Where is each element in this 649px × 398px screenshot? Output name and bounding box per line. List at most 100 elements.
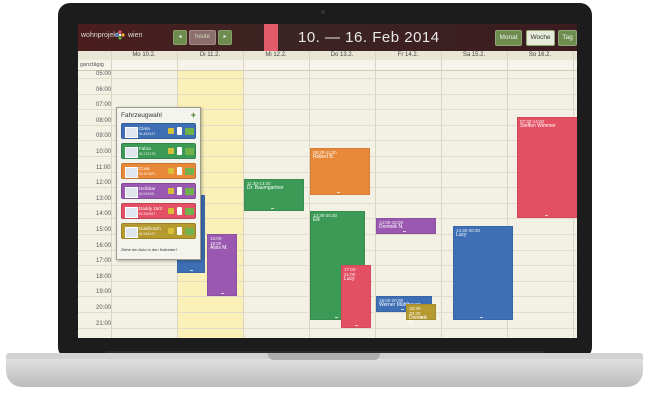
day-header-mon: Mo 10.2. (132, 52, 156, 58)
hour-label: 11:00 (96, 164, 111, 171)
resize-handle[interactable] (419, 316, 423, 318)
resize-handle[interactable] (220, 293, 224, 295)
vehicle-plate: W-17217S (139, 152, 156, 156)
day-header-wed: Mi 12.2. (265, 52, 287, 58)
fuel-icon (177, 147, 182, 155)
day-header-fri: Fr 14.2. (397, 52, 419, 58)
vehicle-name: Clara (139, 126, 150, 131)
vehicle-card[interactable]: Hellzbar W-94290L (121, 183, 196, 199)
event-time: 19:00-20:00 (379, 298, 404, 304)
vehicle-name: Goldfrosch (139, 226, 161, 231)
hour-label: 07:00 (96, 102, 112, 109)
car-thumbnail (125, 227, 138, 238)
hour-label: 16:00 (96, 242, 112, 249)
logo-text-wien: wien (128, 32, 143, 39)
fuel-icon (177, 227, 182, 235)
calendar-event[interactable]: 17:00-21:00 Lucy (341, 265, 371, 328)
key-icon (168, 148, 174, 154)
today-button[interactable]: heute (189, 30, 216, 45)
hour-label: 09:00 (96, 133, 112, 140)
ok-badge-icon (185, 128, 194, 135)
resize-handle[interactable] (354, 324, 358, 326)
day-header-tue: Di 11.2. (199, 52, 221, 58)
view-day-button[interactable]: Tag (558, 30, 577, 46)
ok-badge-icon (185, 228, 194, 235)
app-header: wohnprojekt wien ◂ heute ▸ 10. — 16. Feb… (78, 24, 577, 51)
ok-badge-icon (185, 188, 194, 195)
hour-label: 17:00 (96, 258, 112, 265)
event-title: Lucy (456, 232, 467, 239)
calendar-event[interactable]: 19:30-20:30 Dominik N. (406, 304, 436, 326)
fuel-icon (177, 167, 182, 175)
hour-label: 21:00 (96, 320, 112, 327)
camera-dot (321, 10, 325, 14)
resize-handle[interactable] (271, 207, 275, 209)
hour-label: 06:00 (96, 86, 112, 93)
calendar-event[interactable]: 07:30-14:00 Steffen Wimmer (517, 117, 577, 219)
calendar-event[interactable]: 14:30-20:30 Lucy (453, 226, 513, 320)
view-week-button[interactable]: Woche (526, 30, 555, 46)
calendar-event[interactable]: 09:30-11:30 Robert B. (310, 148, 370, 195)
calendar-event[interactable]: 14:00-15:00 Dominik N. (376, 218, 436, 234)
date-range-title: 10. — 16. Feb 2014 (298, 29, 440, 46)
vehicle-card[interactable]: Daddy 15/3 W-25296T (121, 203, 196, 219)
prev-week-button[interactable]: ◂ (173, 30, 187, 45)
car-thumbnail (125, 187, 138, 198)
car-thumbnail (125, 167, 138, 178)
calendar-app: wohnprojekt wien ◂ heute ▸ 10. — 16. Feb… (78, 24, 577, 338)
fuel-icon (177, 127, 182, 135)
calendar-event[interactable]: 15:00-19:00 Alois M. (207, 234, 237, 297)
event-title: Robert B. (313, 154, 335, 161)
resize-handle[interactable] (480, 316, 484, 318)
picker-title: Fahrzeugwahl (121, 112, 162, 119)
car-thumbnail (125, 207, 138, 218)
add-vehicle-icon[interactable]: + (191, 110, 196, 120)
vehicle-card[interactable]: Goldfrosch W-34534T (121, 223, 196, 239)
event-time: 17:00-21:00 (344, 267, 357, 278)
vehicle-plate: W-25296T (139, 212, 156, 216)
event-title: Alois M. (210, 245, 228, 251)
fuel-icon (177, 187, 182, 195)
laptop-base (6, 353, 643, 387)
event-title: Dr. Baumgartner (247, 185, 284, 192)
hour-label: 19:00 (96, 289, 112, 296)
event-time: 14:00-15:00 (379, 220, 404, 226)
fuel-icon (177, 207, 182, 215)
key-icon (168, 208, 174, 214)
hour-label: 08:00 (96, 117, 112, 124)
resize-handle[interactable] (401, 308, 405, 310)
next-week-button[interactable]: ▸ (218, 30, 232, 45)
car-thumbnail (125, 147, 138, 158)
calendar-event[interactable]: 11:30-13:30 Dr. Baumgartner (244, 179, 304, 211)
today-marker (264, 24, 278, 51)
resize-handle[interactable] (544, 215, 548, 217)
day-header-sun: So 16.2. (528, 52, 552, 58)
key-icon (168, 228, 174, 234)
hour-gridline (78, 327, 577, 329)
resize-handle[interactable] (403, 230, 407, 232)
vehicle-picker-panel: Fahrzeugwahl + Clara W-45334T Fahra W-17217… (116, 107, 201, 260)
event-title: Steffen Wimmer (520, 123, 556, 129)
event-title: Dominik N. (379, 224, 404, 231)
vehicle-name: Cosa (139, 166, 150, 171)
view-month-button[interactable]: Monat (495, 30, 522, 46)
ok-badge-icon (185, 168, 194, 175)
vehicle-card[interactable]: Clara W-45334T (121, 123, 196, 139)
vehicle-plate: W-34534T (139, 232, 156, 236)
resize-handle[interactable] (334, 316, 338, 318)
vehicle-name: Hellzbar (139, 186, 156, 191)
vehicle-card[interactable]: Fahra W-17217S (121, 143, 196, 159)
resize-handle[interactable] (337, 191, 341, 193)
ok-badge-icon (185, 148, 194, 155)
resize-handle[interactable] (189, 270, 193, 271)
vehicle-card[interactable]: Cosa W-4576PL (121, 163, 196, 179)
event-time: 13:30-20:30 (313, 212, 338, 218)
logo-text: wohnprojekt (81, 32, 119, 39)
car-thumbnail (125, 127, 138, 138)
picker-hint: Ziehe ein Auto in den Kalender! (121, 247, 177, 252)
event-time: 15:00-19:00 (210, 236, 223, 246)
event-title: Elli (313, 216, 320, 223)
key-icon (168, 188, 174, 194)
hour-label: 12:00 (96, 180, 112, 187)
vehicle-name: Daddy 15/3 (139, 206, 163, 211)
